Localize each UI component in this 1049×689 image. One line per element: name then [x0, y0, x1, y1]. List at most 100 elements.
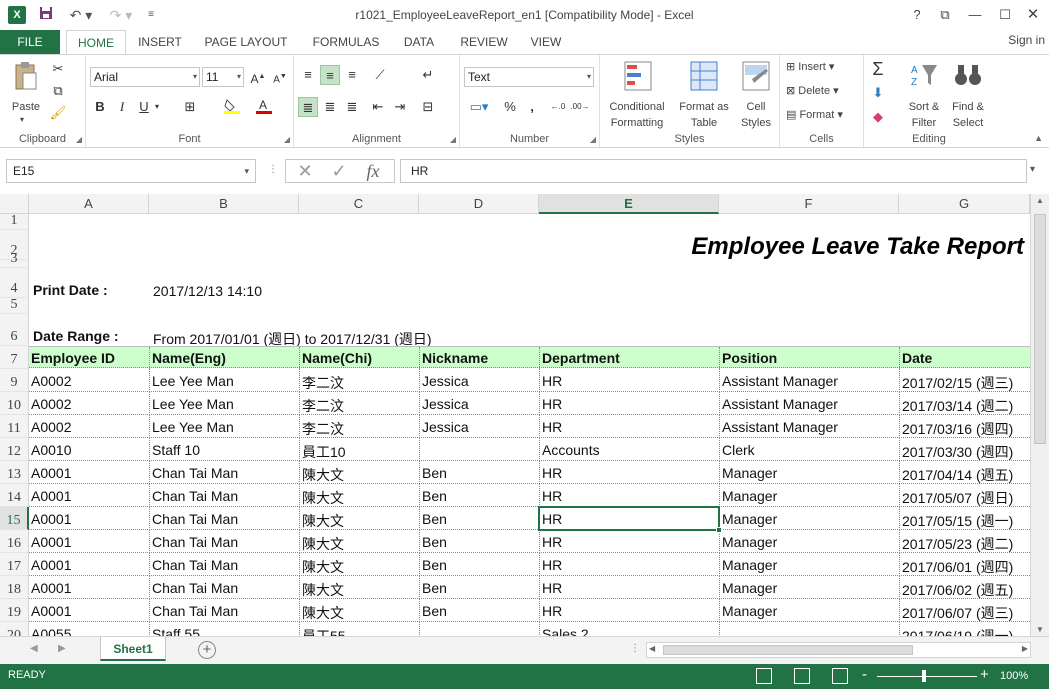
- table-cell[interactable]: 2017/05/07 (週日): [899, 484, 1030, 507]
- table-cell[interactable]: Manager: [719, 576, 899, 599]
- paste-button[interactable]: Paste ▾: [8, 59, 44, 124]
- fill-handle[interactable]: [716, 527, 722, 533]
- table-cell[interactable]: Staff 10: [149, 438, 299, 461]
- table-cell[interactable]: Manager: [719, 530, 899, 553]
- tab-insert[interactable]: INSERT: [132, 30, 188, 54]
- insert-function-button[interactable]: fx: [358, 160, 388, 182]
- table-cell[interactable]: 陳大文: [299, 553, 419, 576]
- tab-data[interactable]: DATA: [396, 30, 442, 54]
- vertical-scroll-thumb[interactable]: [1034, 214, 1046, 444]
- cancel-icon[interactable]: ✕: [290, 160, 320, 182]
- row-header-20[interactable]: 20: [0, 622, 29, 636]
- row-header-18[interactable]: 18: [0, 576, 29, 599]
- table-cell[interactable]: Ben: [419, 461, 539, 484]
- conditional-formatting-button[interactable]: Conditional Formatting: [604, 59, 670, 129]
- enter-icon[interactable]: ✓: [324, 160, 354, 182]
- table-cell[interactable]: Ben: [419, 576, 539, 599]
- autosum-icon[interactable]: Σ: [868, 59, 888, 79]
- alignment-launcher-icon[interactable]: ◢: [450, 135, 456, 144]
- number-format-combo[interactable]: Text ▾: [464, 67, 594, 87]
- formula-bar-resize-icon[interactable]: ⋮: [268, 164, 278, 175]
- italic-button[interactable]: I: [112, 97, 132, 117]
- header-cell[interactable]: Employee ID: [29, 350, 149, 366]
- table-cell[interactable]: A0001: [29, 599, 149, 622]
- cell-styles-button[interactable]: Cell Styles: [736, 59, 776, 129]
- table-cell[interactable]: Ben: [419, 599, 539, 622]
- decrease-indent-icon[interactable]: ⇤: [368, 97, 388, 117]
- table-cell[interactable]: A0002: [29, 369, 149, 392]
- table-cell[interactable]: 陳大文: [299, 576, 419, 599]
- column-header-a[interactable]: A: [29, 194, 149, 214]
- table-cell[interactable]: Chan Tai Man: [149, 576, 299, 599]
- underline-button[interactable]: U: [134, 97, 154, 117]
- fill-color-icon[interactable]: [222, 97, 242, 117]
- table-cell[interactable]: A0001: [29, 530, 149, 553]
- column-header-b[interactable]: B: [149, 194, 299, 214]
- table-cell[interactable]: Accounts: [539, 438, 719, 461]
- sheet-tab-sheet1[interactable]: Sheet1: [100, 637, 166, 661]
- accounting-format-icon[interactable]: ▭▾: [464, 97, 494, 117]
- font-size-combo[interactable]: 11 ▾: [202, 67, 244, 87]
- horizontal-scroll-thumb[interactable]: [663, 645, 913, 655]
- tab-file[interactable]: FILE: [0, 30, 60, 54]
- row-header-11[interactable]: 11: [0, 415, 29, 438]
- table-cell[interactable]: Sales 2: [539, 622, 719, 636]
- table-cell[interactable]: Chan Tai Man: [149, 461, 299, 484]
- header-cell[interactable]: Name(Eng): [149, 347, 299, 369]
- table-cell[interactable]: A0002: [29, 415, 149, 438]
- table-cell[interactable]: Lee Yee Man: [149, 392, 299, 415]
- cut-icon[interactable]: ✂: [48, 59, 68, 79]
- wrap-text-icon[interactable]: ↵: [418, 65, 438, 85]
- clear-icon[interactable]: ◆: [868, 107, 888, 127]
- table-cell[interactable]: 李二汶: [299, 369, 419, 392]
- comma-style-button[interactable]: ,: [522, 97, 542, 117]
- table-cell[interactable]: Assistant Manager: [719, 415, 899, 438]
- zoom-slider-knob[interactable]: [922, 670, 926, 682]
- table-cell[interactable]: A0002: [29, 392, 149, 415]
- table-cell[interactable]: 2017/02/15 (週三): [899, 369, 1030, 392]
- table-cell[interactable]: Manager: [719, 461, 899, 484]
- table-cell[interactable]: A0001: [29, 553, 149, 576]
- table-cell[interactable]: HR: [539, 461, 719, 484]
- table-cell[interactable]: HR: [539, 415, 719, 438]
- new-sheet-button[interactable]: +: [198, 641, 216, 659]
- table-cell[interactable]: Chan Tai Man: [149, 507, 299, 530]
- table-cell[interactable]: 2017/06/02 (週五): [899, 576, 1030, 599]
- minimize-icon[interactable]: —: [964, 5, 986, 25]
- formula-input[interactable]: HR: [400, 159, 1027, 183]
- collapse-ribbon-icon[interactable]: ▲: [1034, 133, 1043, 143]
- table-cell[interactable]: 李二汶: [299, 392, 419, 415]
- scroll-down-icon[interactable]: ▼: [1031, 625, 1049, 634]
- orientation-icon[interactable]: ⟋: [370, 65, 390, 85]
- zoom-level[interactable]: 100%: [1000, 670, 1028, 682]
- table-cell[interactable]: HR: [539, 369, 719, 392]
- row-header-16[interactable]: 16: [0, 530, 29, 553]
- copy-icon[interactable]: ⧉: [48, 81, 68, 101]
- table-cell[interactable]: Manager: [719, 599, 899, 622]
- row-header-13[interactable]: 13: [0, 461, 29, 484]
- row-header-5[interactable]: 5: [0, 297, 29, 314]
- table-cell[interactable]: Jessica: [419, 415, 539, 438]
- table-cell[interactable]: 2017/03/16 (週四): [899, 415, 1030, 438]
- table-cell[interactable]: Chan Tai Man: [149, 484, 299, 507]
- maximize-icon[interactable]: ☐: [994, 5, 1016, 25]
- table-cell[interactable]: Chan Tai Man: [149, 599, 299, 622]
- table-cell[interactable]: Manager: [719, 507, 899, 530]
- normal-view-icon[interactable]: [756, 668, 772, 684]
- align-right-icon[interactable]: ≣: [342, 97, 362, 117]
- merge-center-icon[interactable]: ⊟: [418, 97, 438, 117]
- row-header-12[interactable]: 12: [0, 438, 29, 461]
- table-cell[interactable]: 2017/04/14 (週五): [899, 461, 1030, 484]
- expand-formula-bar-icon[interactable]: ▾: [1030, 164, 1035, 175]
- tab-page-layout[interactable]: PAGE LAYOUT: [198, 30, 294, 54]
- format-painter-icon[interactable]: 🖌: [48, 103, 68, 123]
- number-launcher-icon[interactable]: ◢: [590, 135, 596, 144]
- table-cell[interactable]: 陳大文: [299, 507, 419, 530]
- table-cell[interactable]: [419, 622, 539, 636]
- bottom-align-icon[interactable]: ≡: [342, 65, 362, 85]
- name-box[interactable]: E15 ▾: [6, 159, 256, 183]
- table-cell[interactable]: HR: [539, 392, 719, 415]
- table-cell[interactable]: 2017/06/19 (週一): [899, 622, 1030, 636]
- middle-align-icon[interactable]: ≡: [320, 65, 340, 85]
- tab-home[interactable]: HOME: [66, 30, 126, 55]
